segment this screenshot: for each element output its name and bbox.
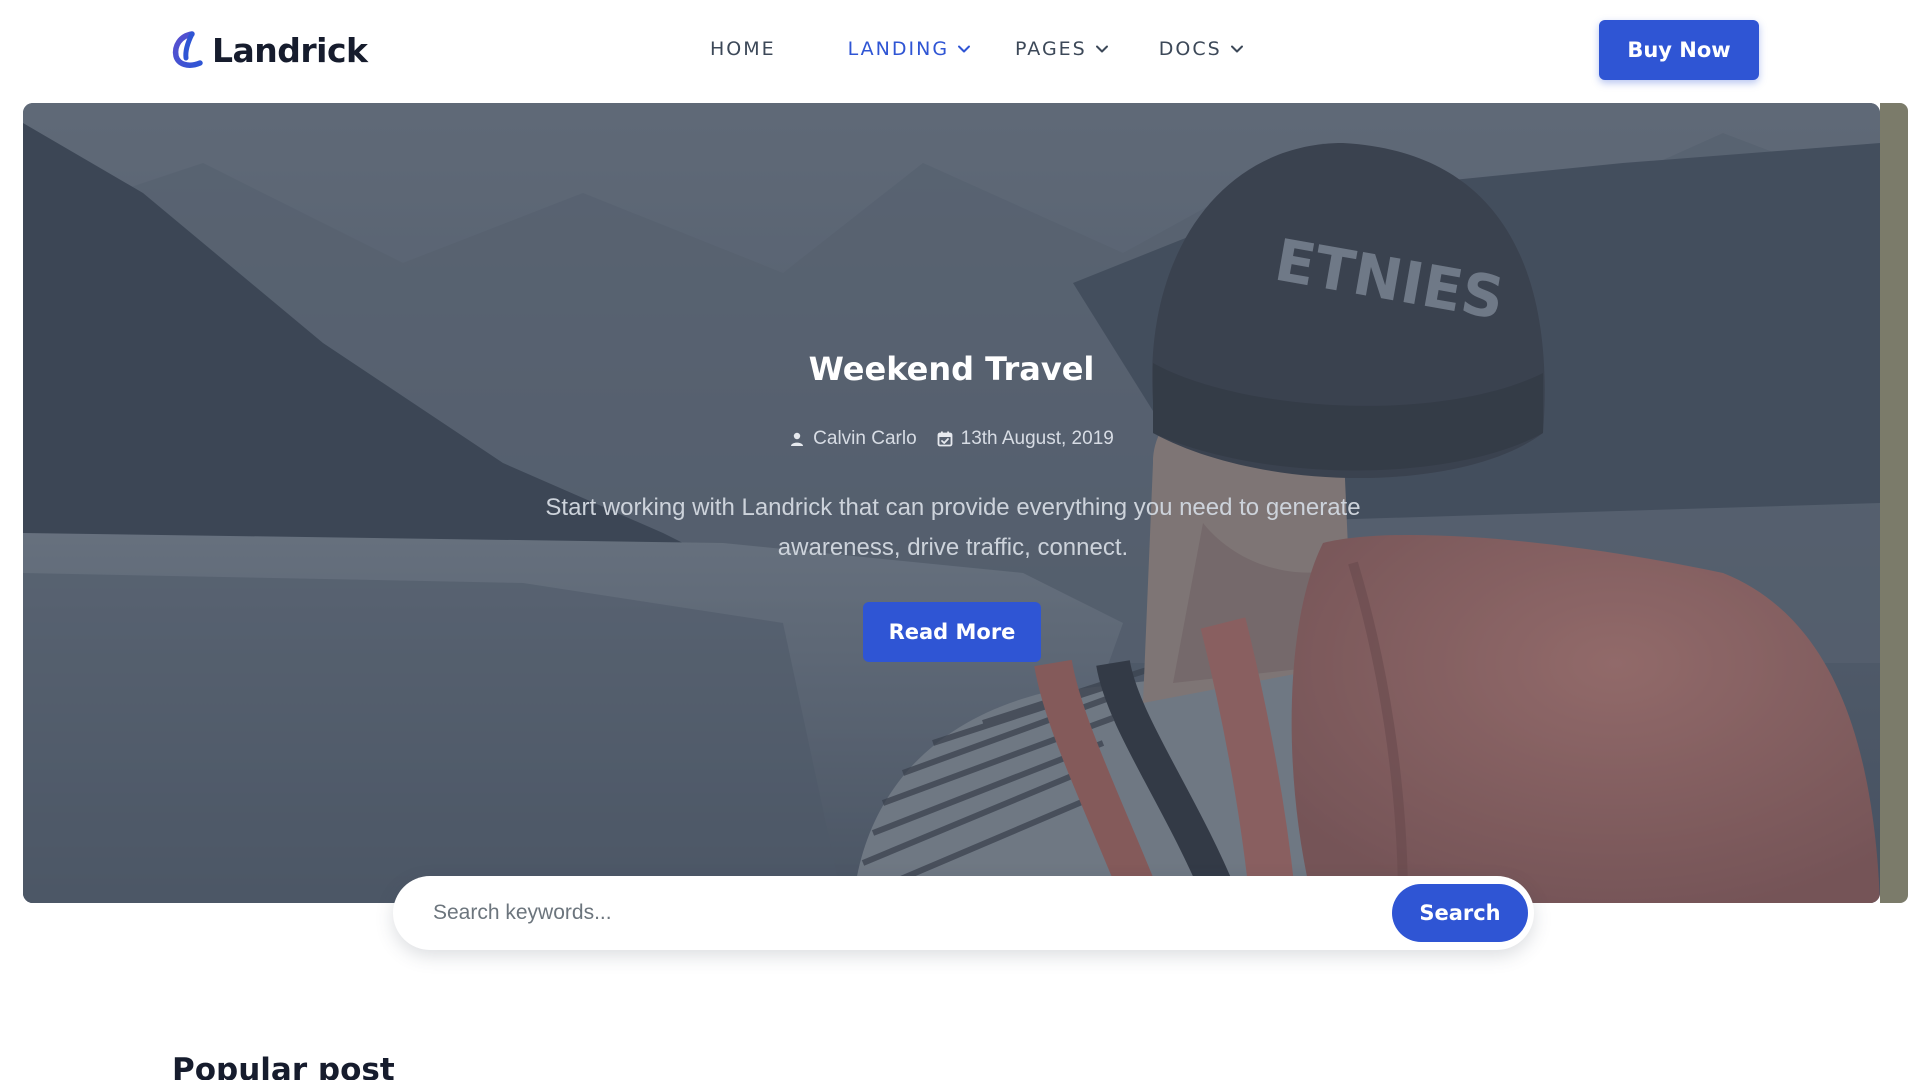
nav-item-home[interactable]: HOME [710,38,776,60]
post-meta: Calvin Carlo 13th August, 2019 [23,428,1880,450]
section-title-popular-post: Popular post [172,1052,395,1080]
hero-description: Start working with Landrick that can pro… [545,494,1361,561]
post-date: 13th August, 2019 [937,428,1114,450]
search-bar: Search [393,876,1534,950]
hero-banner: ETNIES Weekend Travel Calvin Carlo 13th … [23,103,1880,903]
nav-item-landing[interactable]: LANDING [848,38,971,60]
main-nav: HOME LANDING PAGES DOCS [710,38,1244,60]
chevron-down-icon [1230,45,1243,53]
search-button[interactable]: Search [1392,884,1528,942]
brand-name: Landrick [212,30,368,70]
buy-now-button[interactable]: Buy Now [1599,20,1759,80]
navbar: Landrick HOME LANDING PAGES DOCS Buy Now [0,0,1920,102]
nav-item-label: HOME [710,38,776,60]
nav-item-label: DOCS [1158,38,1222,60]
nav-item-pages[interactable]: PAGES [1015,38,1109,60]
author-name: Calvin Carlo [813,428,917,449]
nav-item-docs[interactable]: DOCS [1159,38,1244,60]
calendar-check-icon [937,431,953,447]
hero-title: Weekend Travel [808,350,1095,388]
date-text: 13th August, 2019 [960,428,1114,449]
chevron-down-icon [1095,45,1108,53]
logo-icon [172,31,203,68]
user-icon [791,432,804,446]
read-more-button[interactable]: Read More [863,602,1041,662]
logo[interactable]: Landrick [170,30,368,70]
next-slide-edge [1880,103,1908,903]
hero-content: Weekend Travel Calvin Carlo 13th August,… [23,103,1880,903]
search-input[interactable] [433,876,1363,950]
post-author[interactable]: Calvin Carlo [789,428,917,450]
nav-item-label: PAGES [1015,38,1087,60]
chevron-down-icon [958,45,971,53]
nav-item-label: LANDING [847,38,950,60]
